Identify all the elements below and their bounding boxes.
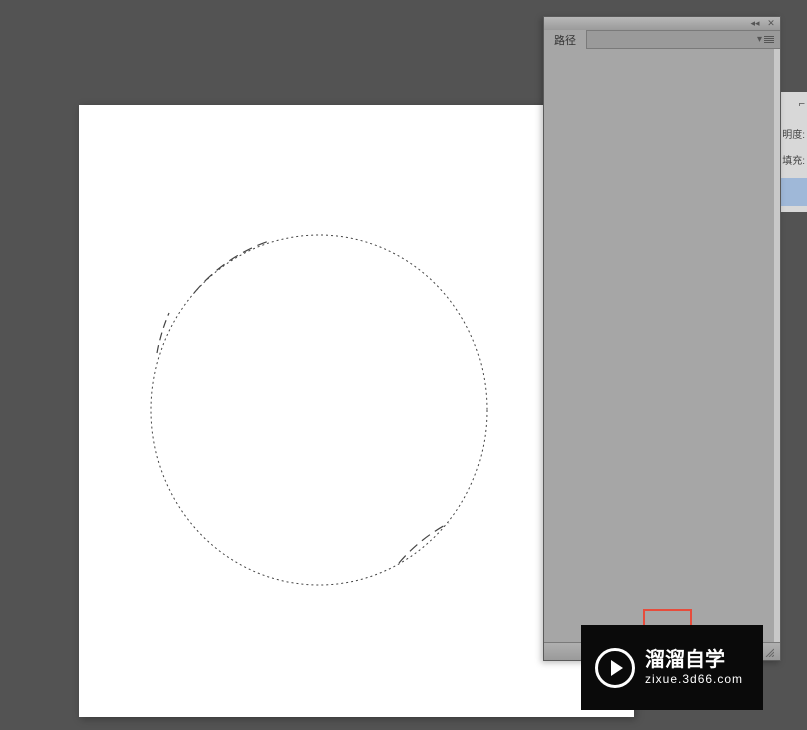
- resize-grip-icon[interactable]: [764, 647, 774, 657]
- menu-icon: [764, 36, 774, 43]
- watermark-sub-text: zixue.3d66.com: [645, 672, 743, 686]
- fill-label: 填充:: [782, 152, 805, 167]
- paths-panel: ◂◂ ✕ 路径 ▾: [543, 16, 781, 661]
- opacity-label: 明度:: [782, 126, 805, 141]
- layer-icons: ⌐: [799, 98, 805, 110]
- play-icon: [595, 648, 635, 688]
- dropdown-arrow-icon: ▾: [757, 34, 762, 45]
- panel-tab-bar: 路径 ▾: [544, 31, 780, 49]
- watermark-text: 溜溜自学 zixue.3d66.com: [645, 648, 743, 686]
- watermark-main-text: 溜溜自学: [645, 648, 743, 672]
- crop-icon: ⌐: [799, 98, 805, 110]
- collapse-icon[interactable]: ◂◂: [750, 19, 760, 29]
- close-icon[interactable]: ✕: [766, 19, 776, 29]
- tab-paths[interactable]: 路径: [544, 30, 587, 50]
- panel-menu-button[interactable]: ▾: [757, 34, 774, 45]
- selection-marquee-circle: [149, 233, 489, 588]
- watermark-logo: 溜溜自学 zixue.3d66.com: [581, 625, 763, 710]
- paths-list[interactable]: [544, 49, 780, 642]
- selected-layer-highlight: [777, 178, 807, 206]
